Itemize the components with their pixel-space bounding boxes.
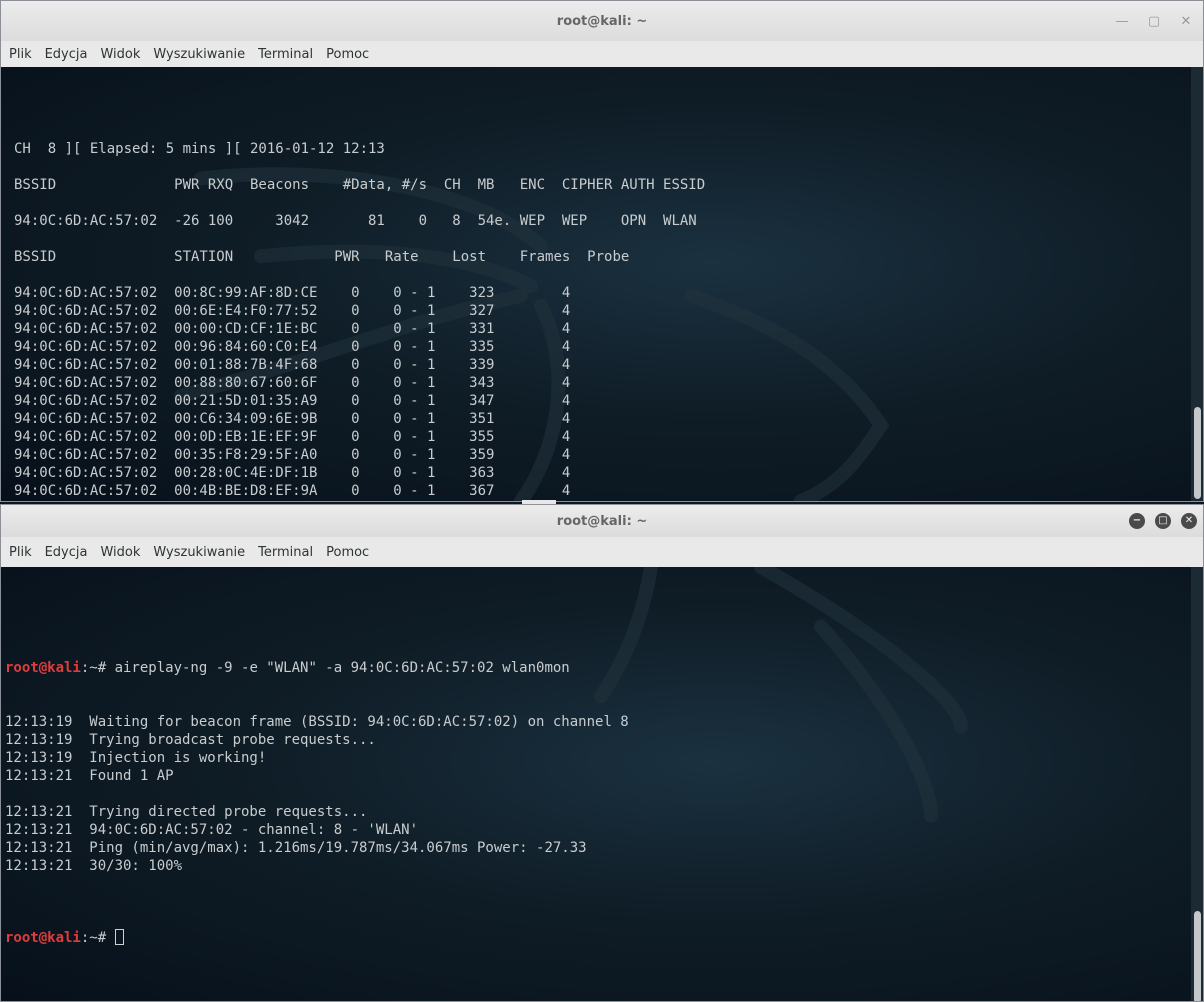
terminal-line: 94:0C:6D:AC:57:02 00:35:F8:29:5F:A0 0 0 … bbox=[14, 447, 571, 463]
menu-wyszukiwanie[interactable]: Wyszukiwanie bbox=[153, 545, 245, 560]
minimize-icon[interactable]: − bbox=[1129, 513, 1145, 529]
menu-edycja[interactable]: Edycja bbox=[45, 545, 88, 560]
menu-plik[interactable]: Plik bbox=[9, 545, 32, 560]
terminal-line: 12:13:21 Found 1 AP bbox=[5, 768, 174, 784]
menu-pomoc[interactable]: Pomoc bbox=[326, 47, 369, 62]
window-controls: — ▢ ✕ bbox=[1111, 1, 1197, 41]
maximize-icon[interactable]: ▢ bbox=[1143, 10, 1165, 32]
close-icon[interactable]: ✕ bbox=[1181, 513, 1197, 529]
command-line: root@kali:~# aireplay-ng -9 -e "WLAN" -a… bbox=[5, 659, 1191, 677]
terminal-line: CH 8 ][ Elapsed: 5 mins ][ 2016-01-12 12… bbox=[14, 141, 385, 157]
menu-wyszukiwanie[interactable]: Wyszukiwanie bbox=[153, 47, 245, 62]
terminal-output[interactable]: CH 8 ][ Elapsed: 5 mins ][ 2016-01-12 12… bbox=[1, 67, 1191, 501]
menu-terminal[interactable]: Terminal bbox=[258, 545, 313, 560]
window-title: root@kali: ~ bbox=[556, 13, 648, 29]
terminal-line: 12:13:19 Waiting for beacon frame (BSSID… bbox=[5, 714, 629, 730]
terminal-line: 94:0C:6D:AC:57:02 00:96:84:60:C0:E4 0 0 … bbox=[14, 339, 571, 355]
command-text: aireplay-ng -9 -e "WLAN" -a 94:0C:6D:AC:… bbox=[114, 660, 570, 676]
prompt-path: :~# bbox=[80, 660, 115, 676]
terminal-line: 12:13:19 Injection is working! bbox=[5, 750, 267, 766]
prompt-path: :~# bbox=[80, 930, 115, 946]
terminal-line: BSSID PWR RXQ Beacons #Data, #/s CH MB E… bbox=[14, 177, 706, 193]
menu-widok[interactable]: Widok bbox=[100, 545, 140, 560]
scrollbar-thumb[interactable] bbox=[1194, 911, 1201, 1001]
airodump-output: CH 8 ][ Elapsed: 5 mins ][ 2016-01-12 12… bbox=[1, 121, 1191, 501]
aireplay-session: root@kali:~# aireplay-ng -9 -e "WLAN" -a… bbox=[1, 621, 1191, 983]
menu-edycja[interactable]: Edycja bbox=[45, 47, 88, 62]
terminal-line: 94:0C:6D:AC:57:02 00:21:5D:01:35:A9 0 0 … bbox=[14, 393, 571, 409]
menubar: Plik Edycja Widok Wyszukiwanie Terminal … bbox=[1, 537, 1203, 568]
titlebar[interactable]: root@kali: ~ − □ ✕ bbox=[1, 505, 1203, 537]
terminal-line: 94:0C:6D:AC:57:02 00:00:CD:CF:1E:BC 0 0 … bbox=[14, 321, 571, 337]
terminal-line: 94:0C:6D:AC:57:02 00:01:88:7B:4F:68 0 0 … bbox=[14, 357, 571, 373]
terminal-line: 94:0C:6D:AC:57:02 00:28:0C:4E:DF:1B 0 0 … bbox=[14, 465, 571, 481]
terminal-line: 94:0C:6D:AC:57:02 00:6E:E4:F0:77:52 0 0 … bbox=[14, 303, 571, 319]
prompt-user: root@kali bbox=[5, 660, 81, 676]
terminal-line: 94:0C:6D:AC:57:02 -26 100 3042 81 0 8 54… bbox=[14, 213, 697, 229]
terminal-line: 94:0C:6D:AC:57:02 00:0D:EB:1E:EF:9F 0 0 … bbox=[14, 429, 571, 445]
terminal-output[interactable]: root@kali:~# aireplay-ng -9 -e "WLAN" -a… bbox=[1, 567, 1191, 1001]
terminal-line: 94:0C:6D:AC:57:02 00:8C:99:AF:8D:CE 0 0 … bbox=[14, 285, 571, 301]
terminal-line: 94:0C:6D:AC:57:02 00:EF:66:13:4C:86 0 0 … bbox=[14, 500, 1191, 501]
terminal-line: 94:0C:6D:AC:57:02 00:C6:34:09:6E:9B 0 0 … bbox=[14, 411, 571, 427]
terminal-line: 12:13:21 30/30: 100% bbox=[5, 858, 183, 874]
terminal-line: 12:13:21 94:0C:6D:AC:57:02 - channel: 8 … bbox=[5, 822, 419, 838]
terminal-line: 12:13:19 Trying broadcast probe requests… bbox=[5, 732, 376, 748]
text-cursor bbox=[114, 929, 124, 945]
titlebar[interactable]: root@kali: ~ — ▢ ✕ bbox=[1, 1, 1203, 41]
terminal-line: BSSID STATION PWR Rate Lost Frames Probe bbox=[14, 249, 630, 265]
terminal-line: 94:0C:6D:AC:57:02 00:4B:BE:D8:EF:9A 0 0 … bbox=[14, 483, 571, 499]
maximize-icon[interactable]: □ bbox=[1155, 513, 1171, 529]
scrollbar[interactable] bbox=[1191, 567, 1203, 1001]
minimize-icon[interactable]: — bbox=[1111, 10, 1133, 32]
prompt-user: root@kali bbox=[5, 930, 81, 946]
terminal-line: 94:0C:6D:AC:57:02 00:88:80:67:60:6F 0 0 … bbox=[14, 375, 571, 391]
aireplay-output: 12:13:19 Waiting for beacon frame (BSSID… bbox=[5, 713, 1191, 893]
scrollbar[interactable] bbox=[1191, 67, 1203, 501]
menu-terminal[interactable]: Terminal bbox=[258, 47, 313, 62]
menubar: Plik Edycja Widok Wyszukiwanie Terminal … bbox=[1, 41, 1203, 68]
menu-pomoc[interactable]: Pomoc bbox=[326, 545, 369, 560]
terminal-window-bottom[interactable]: root@kali: ~ − □ ✕ Plik Edycja Widok Wys… bbox=[0, 504, 1204, 1002]
close-icon[interactable]: ✕ bbox=[1175, 10, 1197, 32]
active-prompt-line[interactable]: root@kali:~# bbox=[5, 929, 1191, 947]
terminal-line: 12:13:21 Ping (min/avg/max): 1.216ms/19.… bbox=[5, 840, 587, 856]
scrollbar-thumb[interactable] bbox=[1194, 407, 1201, 499]
window-controls: − □ ✕ bbox=[1129, 505, 1197, 537]
terminal-window-top[interactable]: root@kali: ~ — ▢ ✕ Plik Edycja Widok Wys… bbox=[0, 0, 1204, 502]
menu-plik[interactable]: Plik bbox=[9, 47, 32, 62]
terminal-line: 12:13:21 Trying directed probe requests.… bbox=[5, 804, 368, 820]
window-title: root@kali: ~ bbox=[556, 513, 648, 529]
menu-widok[interactable]: Widok bbox=[100, 47, 140, 62]
